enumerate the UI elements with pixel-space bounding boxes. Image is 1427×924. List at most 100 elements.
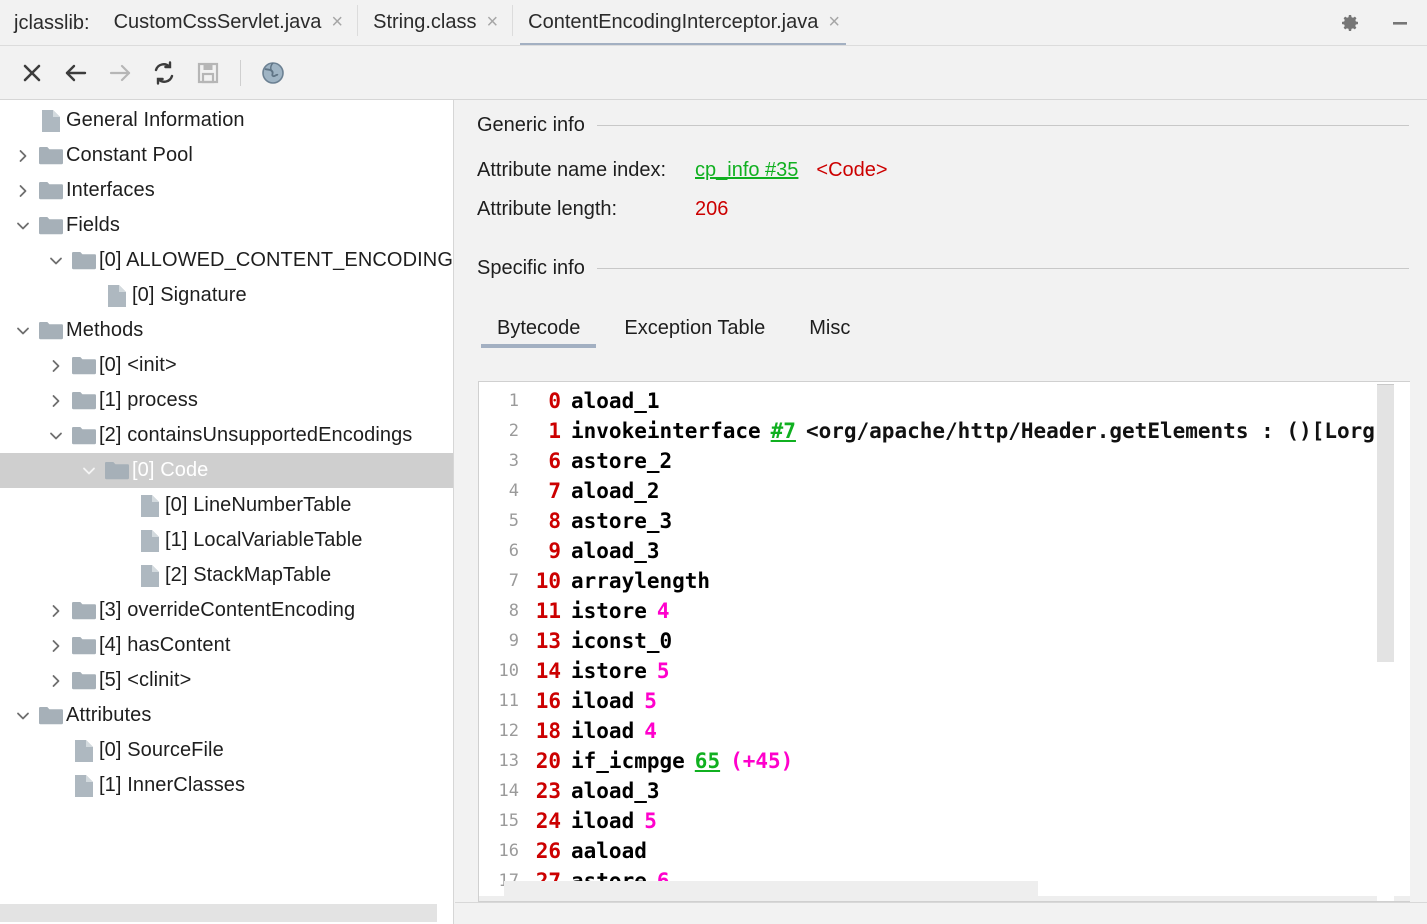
jclasslib-window: jclasslib: CustomCssServlet.java×String.… — [0, 0, 1427, 924]
chevron-down-icon[interactable] — [76, 464, 102, 478]
tree-item-9[interactable]: [2] containsUnsupportedEncodings — [0, 418, 454, 453]
tab-close-icon[interactable]: × — [486, 12, 498, 34]
tree-item-label: [2] StackMapTable — [165, 564, 331, 587]
bytecode-horizontal-scrollbar[interactable] — [504, 881, 1038, 901]
bytecode-row[interactable]: 1218iload4 — [479, 716, 1410, 746]
bytecode-row[interactable]: 710arraylength — [479, 566, 1410, 596]
chevron-down-icon[interactable] — [10, 219, 36, 233]
tree-scroll-thumb[interactable] — [0, 904, 437, 922]
editor-tab-0[interactable]: CustomCssServlet.java × — [98, 0, 358, 46]
chevron-down-icon[interactable] — [10, 709, 36, 723]
tab-label: String.class — [373, 11, 476, 36]
bytecode-vertical-scrollbar[interactable] — [1377, 384, 1394, 901]
chevron-right-icon[interactable] — [43, 674, 69, 688]
chevron-right-icon[interactable] — [43, 604, 69, 618]
bytecode-row[interactable]: 1116iload5 — [479, 686, 1410, 716]
tree-item-7[interactable]: [0] <init> — [0, 348, 454, 383]
attribute-length-label: Attribute length: — [477, 198, 695, 221]
tree-item-16[interactable]: [5] <clinit> — [0, 663, 454, 698]
bytecode-offset: 6 — [527, 449, 571, 473]
bytecode-offset: 10 — [527, 569, 571, 593]
chevron-down-icon[interactable] — [10, 324, 36, 338]
bytecode-row[interactable]: 36astore_2 — [479, 446, 1410, 476]
editor-tab-1[interactable]: String.class × — [357, 0, 512, 46]
bytecode-offset: 20 — [527, 749, 571, 773]
bytecode-operand: 4 — [644, 719, 657, 743]
tree-item-label: Attributes — [66, 704, 151, 727]
subtab-exception-table[interactable]: Exception Table — [602, 317, 787, 348]
bytecode-row[interactable]: 21invokeinterface#7<org/apache/http/Head… — [479, 416, 1410, 446]
tree-item-label: General Information — [66, 109, 245, 132]
tab-close-icon[interactable]: × — [828, 12, 840, 34]
tree-item-17[interactable]: Attributes — [0, 698, 454, 733]
tree-item-5[interactable]: [0] Signature — [0, 278, 454, 313]
tree-item-1[interactable]: Constant Pool — [0, 138, 454, 173]
bytecode-reference-link[interactable]: 65 — [695, 749, 720, 773]
chevron-right-icon[interactable] — [43, 639, 69, 653]
bytecode-row[interactable]: 1626aaload — [479, 836, 1410, 866]
chevron-right-icon[interactable] — [43, 359, 69, 373]
browse-globe-icon[interactable] — [251, 51, 295, 95]
bytecode-row[interactable]: 10aload_1 — [479, 386, 1410, 416]
bytecode-operand: 5 — [657, 659, 670, 683]
tree-item-12[interactable]: [1] LocalVariableTable — [0, 523, 454, 558]
tree-item-4[interactable]: [0] ALLOWED_CONTENT_ENCODINGS — [0, 243, 454, 278]
bytecode-row[interactable]: 913iconst_0 — [479, 626, 1410, 656]
cp-info-link[interactable]: cp_info #35 — [695, 159, 798, 182]
settings-gear-icon[interactable] — [1331, 4, 1369, 42]
chevron-right-icon[interactable] — [10, 184, 36, 198]
back-arrow-icon[interactable] — [54, 51, 98, 95]
subtab-bytecode[interactable]: Bytecode — [475, 317, 602, 348]
tree-item-19[interactable]: [1] InnerClasses — [0, 768, 454, 803]
tree-item-11[interactable]: [0] LineNumberTable — [0, 488, 454, 523]
file-icon — [69, 775, 99, 797]
tree-item-8[interactable]: [1] process — [0, 383, 454, 418]
bytecode-row[interactable]: 1423aload_3 — [479, 776, 1410, 806]
bytecode-row[interactable]: 1014istore5 — [479, 656, 1410, 686]
tab-close-icon[interactable]: × — [331, 12, 343, 34]
editor-tab-2[interactable]: ContentEncodingInterceptor.java× — [512, 0, 854, 46]
bytecode-scroll-thumb[interactable] — [1377, 384, 1394, 662]
bytecode-operand: (+45) — [730, 749, 793, 773]
chevron-right-icon[interactable] — [10, 149, 36, 163]
folder-icon — [36, 321, 66, 340]
tree-item-13[interactable]: [2] StackMapTable — [0, 558, 454, 593]
folder-icon — [69, 601, 99, 620]
bytecode-opcode: invokeinterface — [571, 419, 761, 443]
file-icon — [135, 495, 165, 517]
tab-label: CustomCssServlet.java — [114, 11, 322, 36]
bytecode-offset: 7 — [527, 479, 571, 503]
bytecode-reference-link[interactable]: #7 — [771, 419, 796, 443]
subtab-misc[interactable]: Misc — [787, 317, 872, 348]
bytecode-row[interactable]: 1320if_icmpge65(+45) — [479, 746, 1410, 776]
bytecode-opcode: if_icmpge — [571, 749, 685, 773]
bytecode-row[interactable]: 811istore4 — [479, 596, 1410, 626]
bytecode-viewer[interactable]: 10aload_121invokeinterface#7<org/apache/… — [478, 381, 1410, 902]
class-structure-tree[interactable]: General Information Constant PoolInterfac… — [0, 100, 454, 924]
tree-item-6[interactable]: Methods — [0, 313, 454, 348]
tree-item-0[interactable]: General Information — [0, 103, 454, 138]
tree-item-3[interactable]: Fields — [0, 208, 454, 243]
folder-icon — [36, 216, 66, 235]
tree-horizontal-scrollbar[interactable] — [0, 902, 453, 924]
bytecode-row[interactable]: 47aload_2 — [479, 476, 1410, 506]
tree-item-15[interactable]: [4] hasContent — [0, 628, 454, 663]
tree-item-14[interactable]: [3] overrideContentEncoding — [0, 593, 454, 628]
tree-item-label: [0] SourceFile — [99, 739, 224, 762]
chevron-down-icon[interactable] — [43, 254, 69, 268]
specific-info-title: Specific info — [477, 257, 585, 280]
folder-icon — [36, 146, 66, 165]
tree-item-2[interactable]: Interfaces — [0, 173, 454, 208]
bytecode-row[interactable]: 58astore_3 — [479, 506, 1410, 536]
minimize-icon[interactable] — [1381, 4, 1419, 42]
tree-item-10[interactable]: [0] Code — [0, 453, 454, 488]
bytecode-operand: 5 — [644, 809, 657, 833]
bytecode-row[interactable]: 69aload_3 — [479, 536, 1410, 566]
close-icon[interactable] — [10, 51, 54, 95]
bytecode-row[interactable]: 1524iload5 — [479, 806, 1410, 836]
save-icon — [186, 51, 230, 95]
reload-icon[interactable] — [142, 51, 186, 95]
chevron-right-icon[interactable] — [43, 394, 69, 408]
chevron-down-icon[interactable] — [43, 429, 69, 443]
tree-item-18[interactable]: [0] SourceFile — [0, 733, 454, 768]
